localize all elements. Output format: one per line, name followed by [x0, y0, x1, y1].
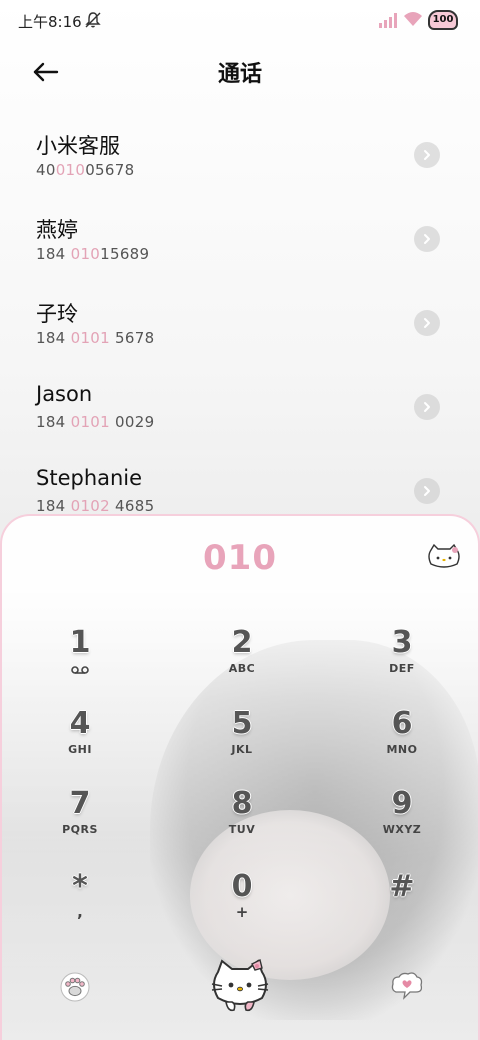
page-title: 通话 [217, 62, 262, 87]
key-8[interactable]: 8 TUV [182, 787, 302, 857]
key-5[interactable]: 5 JKL [182, 707, 302, 777]
contact-number: 184 0101 5678 [36, 329, 155, 347]
key-9[interactable]: 9 WXYZ [342, 787, 462, 857]
chevron-right-icon[interactable] [414, 478, 440, 504]
voicemail-icon [71, 666, 89, 674]
header: 通话 [0, 40, 480, 104]
key-1[interactable]: 1 [20, 626, 140, 696]
wifi-icon [404, 12, 422, 26]
contact-item[interactable]: 子玲 184 0101 5678 [0, 288, 480, 372]
key-star[interactable]: * , [20, 870, 140, 940]
paw-icon[interactable] [60, 972, 90, 1002]
contact-number: 184 0101 0029 [36, 413, 155, 431]
key-6[interactable]: 6 MNO [342, 707, 462, 777]
contact-name: 小米客服 [36, 134, 120, 158]
call-button-cat-icon[interactable] [208, 958, 272, 1014]
chevron-right-icon[interactable] [414, 310, 440, 336]
chevron-right-icon[interactable] [414, 142, 440, 168]
message-cloud-icon[interactable] [390, 970, 424, 1002]
contact-item[interactable]: 小米客服 4001005678 [0, 120, 480, 204]
contact-number: 184 0102 4685 [36, 497, 155, 515]
contact-item[interactable]: Jason 184 0101 0029 [0, 372, 480, 456]
chevron-right-icon[interactable] [414, 226, 440, 252]
signal-icon [379, 13, 397, 28]
chevron-right-icon[interactable] [414, 394, 440, 420]
contact-list: 小米客服 4001005678 燕婷 184 01015689 子玲 184 0… [0, 120, 480, 540]
dialed-number[interactable]: 010 [2, 538, 478, 578]
contact-name: 燕婷 [36, 218, 78, 242]
contact-name: Jason [36, 382, 93, 406]
battery-icon: 100 [428, 10, 458, 30]
hello-kitty-icon[interactable] [426, 544, 462, 570]
muted-bell-icon [85, 12, 101, 28]
status-bar: 上午8:16 100 [0, 0, 480, 40]
contact-number: 4001005678 [36, 161, 135, 179]
contact-number: 184 01015689 [36, 245, 150, 263]
key-2[interactable]: 2 ABC [182, 626, 302, 696]
key-hash[interactable]: # [342, 870, 462, 940]
contact-name: 子玲 [36, 302, 78, 326]
status-time: 上午8:16 [18, 13, 82, 31]
contact-name: Stephanie [36, 466, 143, 490]
key-3[interactable]: 3 DEF [342, 626, 462, 696]
bottom-bar [0, 950, 480, 1040]
key-4[interactable]: 4 GHI [20, 707, 140, 777]
key-0[interactable]: 0 + [182, 870, 302, 940]
contact-item[interactable]: 燕婷 184 01015689 [0, 204, 480, 288]
key-7[interactable]: 7 PQRS [20, 787, 140, 857]
